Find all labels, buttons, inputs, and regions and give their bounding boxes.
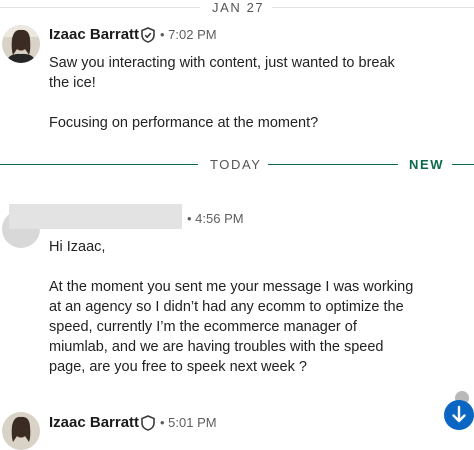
date-divider-today: TODAY NEW (0, 155, 474, 175)
date-label: TODAY (210, 157, 262, 172)
avatar-photo (2, 25, 40, 63)
sender-name[interactable]: Izaac Barratt (49, 25, 139, 45)
shield-check-icon (141, 415, 155, 431)
scroll-to-latest-button[interactable] (444, 400, 474, 430)
message-time: • 7:02 PM (160, 27, 217, 42)
new-messages-label: NEW (409, 157, 445, 172)
arrow-down-icon (452, 405, 466, 423)
divider-line-right (452, 164, 474, 165)
message-body: Hi Izaac, At the moment you sent me your… (49, 239, 414, 375)
avatar-izaac[interactable] (2, 412, 40, 450)
divider-line-left (0, 7, 200, 8)
date-divider-jan27: JAN 27 (0, 0, 474, 18)
shield-check-icon (141, 27, 155, 43)
message-time: • 4:56 PM (187, 211, 244, 226)
redacted-sender-name (9, 204, 182, 229)
avatar-photo (2, 412, 40, 450)
avatar-izaac[interactable] (2, 25, 40, 63)
message-time: • 5:01 PM (160, 415, 217, 430)
divider-line-right (272, 7, 474, 8)
date-label: JAN 27 (212, 0, 265, 15)
sender-name[interactable]: Izaac Barratt (49, 413, 139, 433)
divider-line-middle (268, 164, 398, 165)
message-body: Saw you interacting with content, just w… (49, 55, 395, 131)
divider-line-left (0, 164, 198, 165)
